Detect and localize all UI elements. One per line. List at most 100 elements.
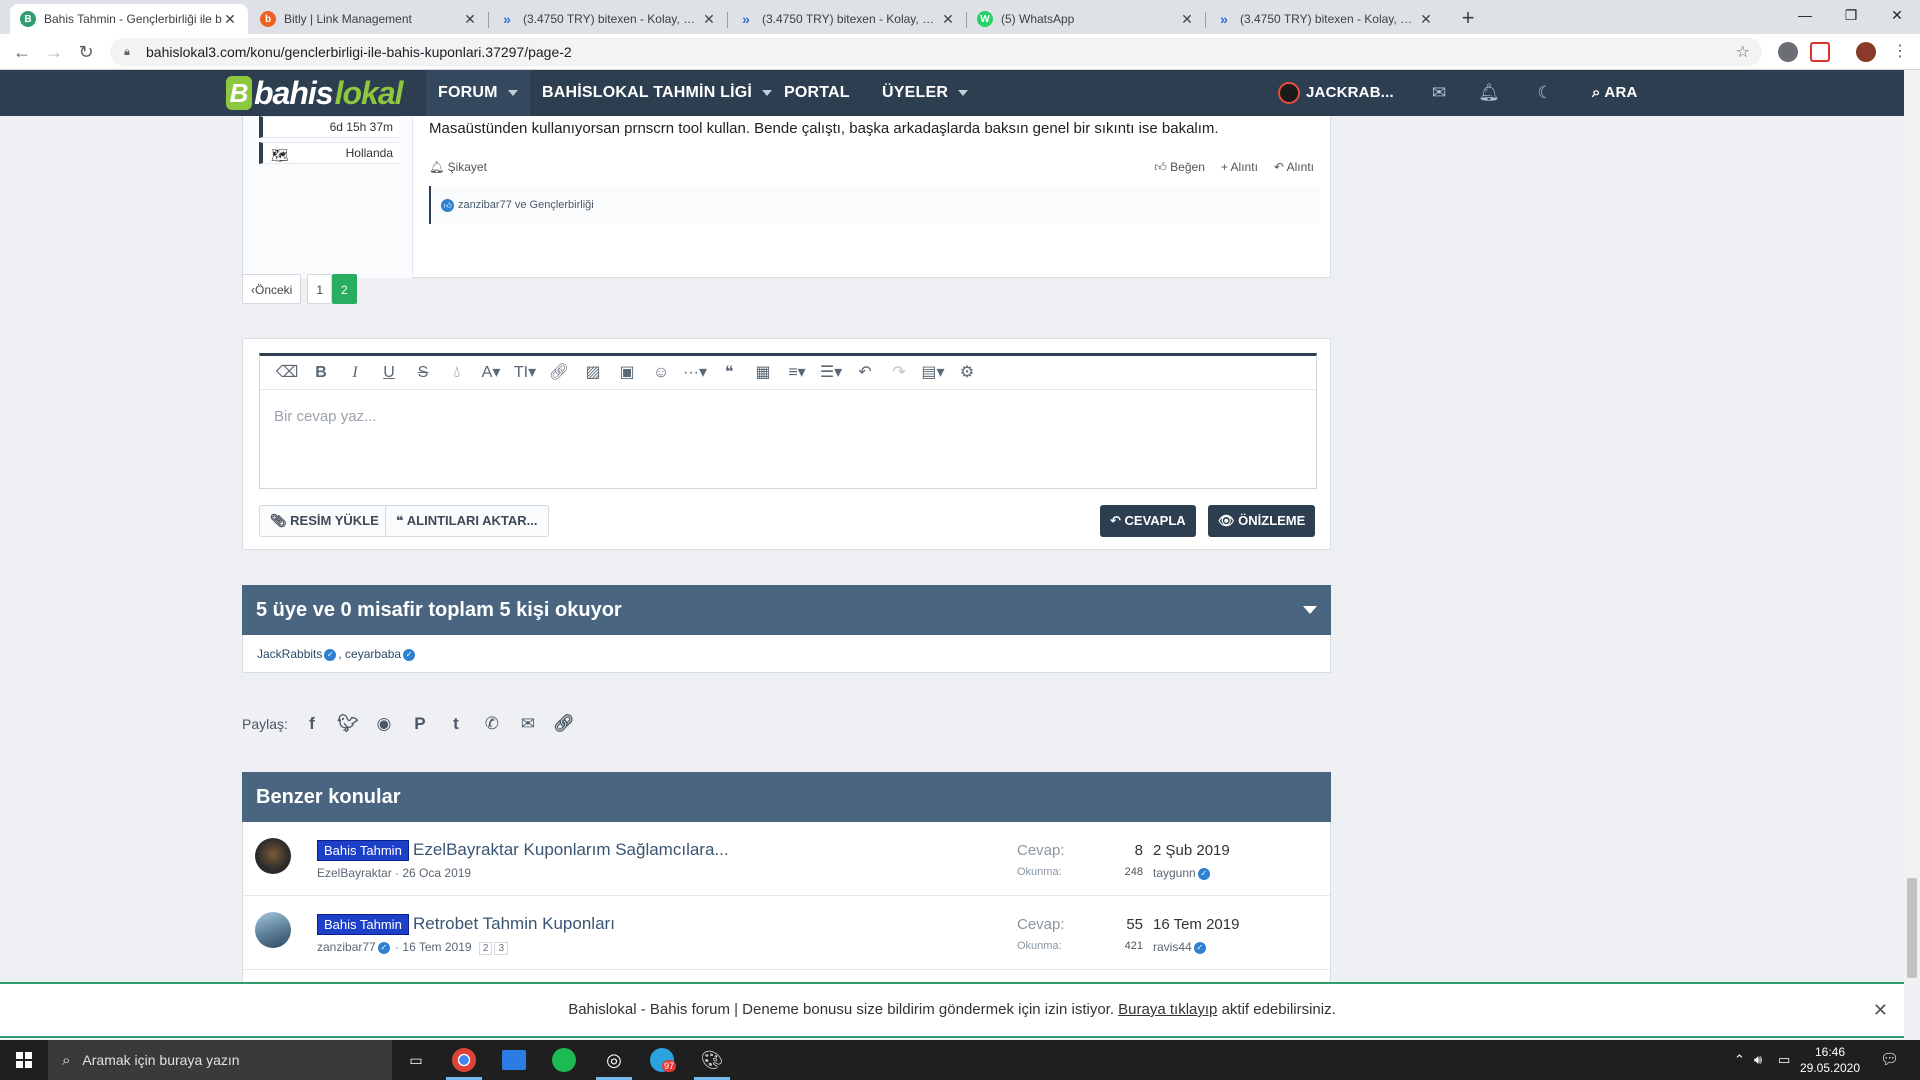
twitter-icon[interactable]: 🐦︎ [330, 714, 366, 734]
volume-icon[interactable]: 🔊︎ [1754, 1040, 1762, 1080]
pocket-extension-icon[interactable] [1810, 42, 1830, 62]
chrome-icon[interactable] [452, 1048, 476, 1072]
align-icon[interactable]: ≡▾ [780, 356, 814, 390]
browser-tab-4[interactable]: » (3.4750 TRY) bitexen - Kolay, Güv ✕ [728, 4, 966, 34]
spotify-icon[interactable] [552, 1048, 576, 1072]
email-icon[interactable]: ✉ [510, 714, 546, 734]
notification-link[interactable]: Buraya tıklayıp [1118, 1001, 1217, 1018]
reply-button[interactable]: ↶ CEVAPLA [1100, 505, 1196, 537]
action-center-icon[interactable]: 💬︎ [1880, 1040, 1899, 1080]
windows-start-icon[interactable] [0, 1040, 48, 1080]
menu-kebab-icon[interactable]: ⋮ [1886, 38, 1914, 66]
window-close-button[interactable]: ✕ [1874, 0, 1920, 32]
pagination-page-1[interactable]: 1 [307, 274, 333, 304]
reactions-list[interactable]: zanzibar77 ve Gençlerbirliği [458, 199, 594, 211]
reload-icon[interactable]: ↻ [72, 38, 100, 66]
nav-tahmin-ligi[interactable]: BAHİSLOKAL TAHMİN LİGİ [542, 70, 773, 116]
forward-arrow-icon[interactable]: → [40, 38, 68, 66]
steam-icon[interactable]: ◎ [600, 1046, 628, 1074]
page-scrollbar[interactable] [1904, 70, 1920, 982]
bell-icon[interactable]: 🔔︎ [1478, 82, 1500, 104]
media-icon[interactable]: ▣ [610, 356, 644, 390]
browser-tab-5[interactable]: W (5) WhatsApp ✕ [967, 4, 1205, 34]
pagination-page-2[interactable]: 2 [332, 274, 357, 304]
list-icon[interactable]: ☰▾ [814, 356, 848, 390]
last-post-date[interactable]: 2 Şub 2019 [1153, 842, 1230, 859]
link-icon[interactable]: 🔗︎ [542, 356, 576, 390]
font-size-icon[interactable]: TI▾ [508, 356, 542, 390]
browser-tab-6[interactable]: » (3.4750 TRY) bitexen - Kolay, Güv ✕ [1206, 4, 1444, 34]
close-icon[interactable]: ✕ [1873, 984, 1888, 1036]
telegram-icon[interactable]: 97 [650, 1048, 677, 1072]
back-arrow-icon[interactable]: ← [8, 38, 36, 66]
browser-tab-2[interactable]: b Bitly | Link Management ✕ [250, 4, 488, 34]
undo-icon[interactable]: ↶ [848, 356, 882, 390]
drafts-icon[interactable]: ▤▾ [916, 356, 950, 390]
reader-user-link[interactable]: JackRabbits [257, 647, 322, 661]
last-poster-name[interactable]: ravis44 [1153, 940, 1192, 954]
thread-title[interactable]: EzelBayraktar Kuponlarım Sağlamcılara... [413, 840, 729, 860]
extension-icon[interactable] [1778, 42, 1798, 62]
gear-icon[interactable]: ⚙ [950, 356, 984, 390]
quote-icon[interactable]: ❝ [712, 356, 746, 390]
multiquote-button[interactable]: + Alıntı [1221, 160, 1258, 175]
new-tab-button[interactable]: + [1454, 5, 1482, 33]
avatar[interactable] [255, 838, 291, 874]
thread-date[interactable]: 16 Tem 2019 [402, 940, 471, 954]
thread-page-link[interactable]: 3 [494, 942, 509, 955]
thread-page-link[interactable]: 2 [478, 942, 493, 955]
minimize-button[interactable]: — [1782, 0, 1828, 32]
avatar[interactable] [255, 912, 291, 948]
thread-prefix[interactable]: Bahis Tahmin [317, 914, 409, 935]
like-button[interactable]: 👍︎ Beğen [1154, 160, 1205, 175]
taskbar-search[interactable]: ⌕ Aramak için buraya yazın [48, 1040, 392, 1080]
upload-image-button[interactable]: 📎︎ RESİM YÜKLE [259, 505, 390, 537]
mail-icon[interactable] [502, 1050, 526, 1070]
font-family-icon[interactable]: A▾ [474, 356, 508, 390]
chevron-down-icon[interactable] [1303, 606, 1317, 614]
last-poster-name[interactable]: taygunn [1153, 866, 1196, 880]
reply-textarea[interactable]: Bir cevap yaz... [274, 408, 377, 425]
chevron-down-icon[interactable] [958, 89, 969, 96]
chevron-down-icon[interactable] [762, 89, 773, 96]
redo-icon[interactable]: ↷ [882, 356, 916, 390]
pagination-prev[interactable]: ‹Önceki [242, 274, 302, 304]
emoji-icon[interactable]: ☺ [644, 356, 678, 390]
tab-close-icon[interactable]: ✕ [1179, 11, 1195, 28]
insert-quotes-button[interactable]: ❝ ALINTILARI AKTAR... [385, 505, 549, 537]
nav-forum[interactable]: FORUM [426, 70, 530, 116]
eraser-icon[interactable]: ⌫ [270, 356, 304, 390]
whatsapp-icon[interactable]: ✆ [474, 714, 510, 734]
site-logo[interactable]: B bahis lokal [226, 75, 403, 111]
reader-user-link[interactable]: ceyarbaba [345, 647, 401, 661]
pinterest-icon[interactable]: P [402, 714, 438, 734]
quote-button[interactable]: ↶ Alıntı [1274, 160, 1314, 175]
strikethrough-icon[interactable]: S [406, 356, 440, 390]
thread-title[interactable]: Retrobet Tahmin Kuponları [413, 914, 615, 934]
underline-icon[interactable]: U [372, 356, 406, 390]
image-icon[interactable]: ▨ [576, 356, 610, 390]
restore-button[interactable]: ❐ [1828, 0, 1874, 32]
readers-header[interactable]: 5 üye ve 0 misafir toplam 5 kişi okuyor [242, 585, 1331, 635]
thread-date[interactable]: 26 Oca 2019 [402, 866, 471, 880]
more-icon[interactable]: ···▾ [678, 356, 712, 390]
task-view-icon[interactable]: ▭ [402, 1046, 430, 1074]
color-drop-icon[interactable]: 💧︎ [440, 356, 474, 390]
browser-tab-1[interactable]: B Bahis Tahmin - Gençlerbirliği ile b ✕ [10, 4, 248, 34]
report-link[interactable]: 🔔︎ Şikayet [429, 160, 487, 174]
last-post-date[interactable]: 16 Tem 2019 [1153, 916, 1239, 933]
tab-close-icon[interactable]: ✕ [1418, 11, 1434, 28]
thread-author[interactable]: zanzibar77 [317, 940, 376, 954]
tab-close-icon[interactable]: ✕ [222, 11, 238, 28]
tab-close-icon[interactable]: ✕ [940, 11, 956, 28]
bold-icon[interactable]: B [304, 356, 338, 390]
tab-close-icon[interactable]: ✕ [462, 11, 478, 28]
profile-avatar-icon[interactable] [1856, 42, 1876, 62]
link-icon[interactable]: 🔗︎ [546, 714, 582, 734]
taskbar-clock[interactable]: 16:46 29.05.2020 [1790, 1044, 1870, 1076]
inbox-icon[interactable]: ✉ [1428, 82, 1450, 104]
facebook-icon[interactable]: f [294, 714, 330, 734]
tumblr-icon[interactable]: t [438, 714, 474, 734]
browser-tab-3[interactable]: » (3.4750 TRY) bitexen - Kolay, Güv ✕ [489, 4, 727, 34]
thread-author[interactable]: EzelBayraktar [317, 866, 392, 880]
